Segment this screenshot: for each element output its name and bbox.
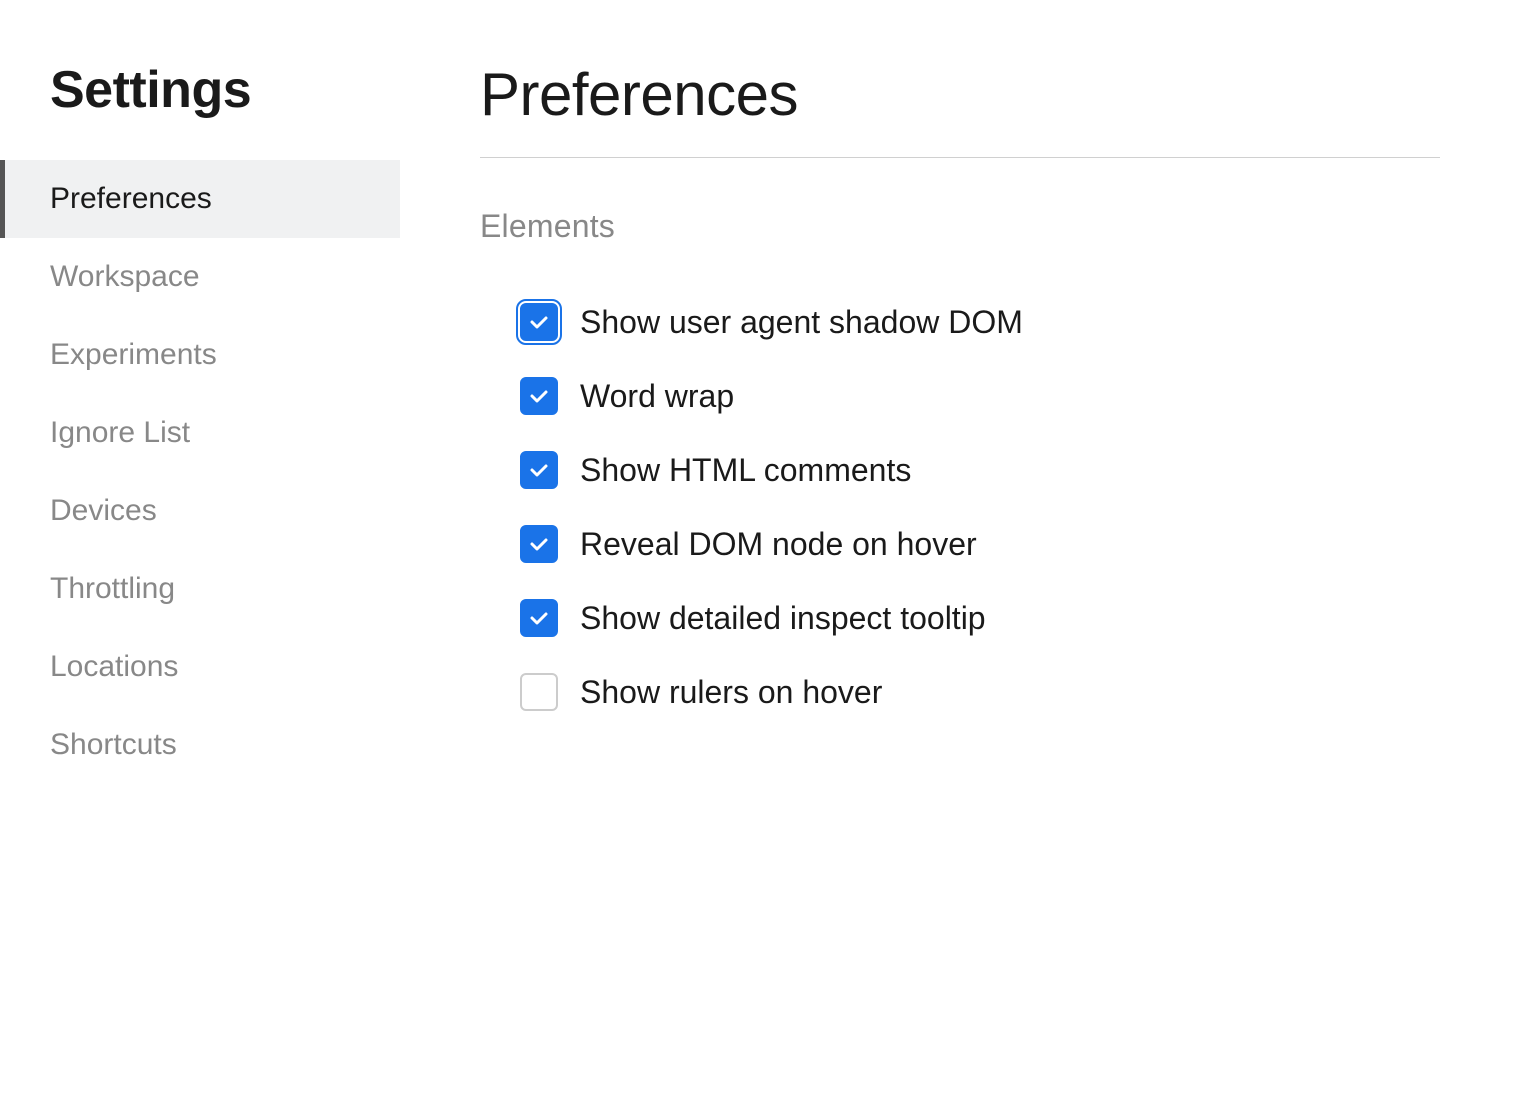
- sidebar-item-shortcuts[interactable]: Shortcuts: [0, 706, 400, 784]
- sidebar-item-experiments[interactable]: Experiments: [0, 316, 400, 394]
- sidebar-item-devices[interactable]: Devices: [0, 472, 400, 550]
- checkbox-list: Show user agent shadow DOM Word wrap Sho…: [480, 285, 1440, 729]
- sections-container: Elements Show user agent shadow DOM Word…: [480, 208, 1440, 729]
- sidebar-item-preferences[interactable]: Preferences: [0, 160, 400, 238]
- sidebar-title: Settings: [0, 60, 400, 160]
- sidebar-item-ignore-list[interactable]: Ignore List: [0, 394, 400, 472]
- page-title: Preferences: [480, 60, 1440, 129]
- checkbox-item-reveal-dom[interactable]: Reveal DOM node on hover: [520, 507, 1440, 581]
- main-content: Preferences Elements Show user agent sha…: [400, 0, 1520, 1110]
- sidebar-item-workspace[interactable]: Workspace: [0, 238, 400, 316]
- checkbox-label-inspect-tooltip: Show detailed inspect tooltip: [580, 600, 986, 637]
- checkbox-html-comments[interactable]: [520, 451, 558, 489]
- checkbox-item-html-comments[interactable]: Show HTML comments: [520, 433, 1440, 507]
- sidebar-nav: PreferencesWorkspaceExperimentsIgnore Li…: [0, 160, 400, 784]
- sidebar-item-throttling[interactable]: Throttling: [0, 550, 400, 628]
- checkbox-item-word-wrap[interactable]: Word wrap: [520, 359, 1440, 433]
- checkbox-rulers[interactable]: [520, 673, 558, 711]
- section-title-elements: Elements: [480, 208, 1440, 245]
- checkbox-word-wrap[interactable]: [520, 377, 558, 415]
- checkbox-label-reveal-dom: Reveal DOM node on hover: [580, 526, 977, 563]
- sidebar-item-locations[interactable]: Locations: [0, 628, 400, 706]
- section-elements: Elements Show user agent shadow DOM Word…: [480, 208, 1440, 729]
- checkbox-item-shadow-dom[interactable]: Show user agent shadow DOM: [520, 285, 1440, 359]
- checkbox-label-word-wrap: Word wrap: [580, 378, 734, 415]
- checkbox-reveal-dom[interactable]: [520, 525, 558, 563]
- checkbox-label-shadow-dom: Show user agent shadow DOM: [580, 304, 1023, 341]
- checkbox-shadow-dom[interactable]: [520, 303, 558, 341]
- checkbox-item-inspect-tooltip[interactable]: Show detailed inspect tooltip: [520, 581, 1440, 655]
- divider: [480, 157, 1440, 158]
- checkbox-item-rulers[interactable]: Show rulers on hover: [520, 655, 1440, 729]
- sidebar: Settings PreferencesWorkspaceExperiments…: [0, 0, 400, 1110]
- checkbox-label-rulers: Show rulers on hover: [580, 674, 882, 711]
- checkbox-inspect-tooltip[interactable]: [520, 599, 558, 637]
- checkbox-label-html-comments: Show HTML comments: [580, 452, 911, 489]
